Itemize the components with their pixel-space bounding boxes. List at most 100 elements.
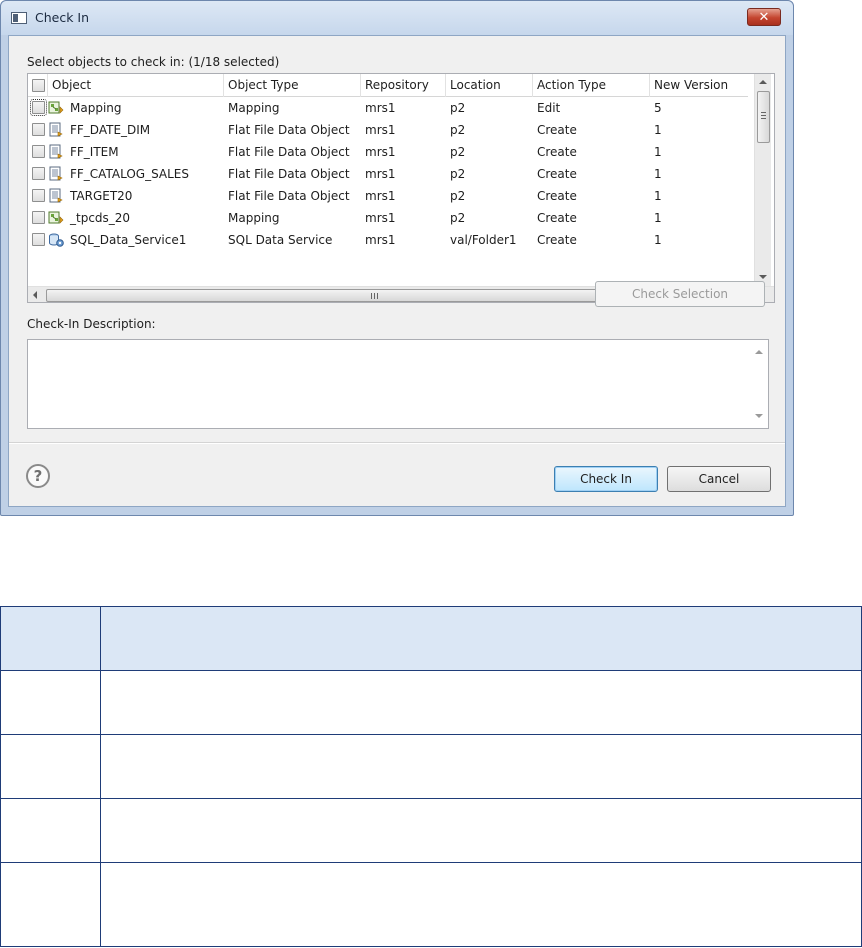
close-button[interactable]: ✕ bbox=[747, 8, 781, 26]
grip-line bbox=[761, 115, 766, 116]
dialog-body: Select objects to check in: (1/18 select… bbox=[8, 35, 786, 507]
table-vertical-scrollbar[interactable] bbox=[754, 74, 771, 286]
info-table-cell bbox=[0, 734, 101, 799]
table-row[interactable]: SQL_Data_Service1 SQL Data Service mrs1 … bbox=[28, 229, 748, 251]
object-name: FF_DATE_DIM bbox=[70, 123, 151, 137]
action-type: Create bbox=[537, 123, 577, 137]
repository: mrs1 bbox=[365, 211, 396, 225]
object-type: Mapping bbox=[228, 101, 280, 115]
row-checkbox[interactable] bbox=[32, 167, 45, 180]
object-type: Mapping bbox=[228, 211, 280, 225]
repository: mrs1 bbox=[365, 233, 396, 247]
repository: mrs1 bbox=[365, 123, 396, 137]
description-scrollbar[interactable] bbox=[750, 340, 768, 428]
info-table-cell bbox=[100, 606, 862, 671]
grip-line bbox=[761, 118, 766, 119]
table-header: Object Object Type Repository Location A… bbox=[28, 74, 748, 97]
new-version: 5 bbox=[654, 101, 662, 115]
window-icon bbox=[11, 12, 27, 24]
info-table-cell bbox=[0, 606, 101, 671]
row-checkbox[interactable] bbox=[30, 99, 47, 116]
table-row[interactable]: TARGET20 Flat File Data Object mrs1 p2 C… bbox=[28, 185, 748, 207]
footer-divider-highlight bbox=[9, 443, 785, 444]
object-name: TARGET20 bbox=[70, 189, 133, 203]
scroll-down-arrow-icon[interactable] bbox=[759, 275, 767, 279]
check-in-description-input[interactable] bbox=[27, 339, 769, 429]
row-checkbox[interactable] bbox=[32, 211, 45, 224]
object-name: SQL_Data_Service1 bbox=[70, 233, 187, 247]
object-type: Flat File Data Object bbox=[228, 145, 350, 159]
object-name: FF_CATALOG_SALES bbox=[70, 167, 190, 181]
info-table-row bbox=[0, 798, 862, 863]
repository: mrs1 bbox=[365, 167, 396, 181]
check-in-dialog: Check In ✕ Select objects to check in: (… bbox=[0, 0, 794, 516]
info-table-row bbox=[0, 734, 862, 799]
object-type: Flat File Data Object bbox=[228, 123, 350, 137]
column-header-repository[interactable]: Repository bbox=[361, 74, 446, 97]
table-row[interactable]: FF_ITEM Flat File Data Object mrs1 p2 Cr… bbox=[28, 141, 748, 163]
objects-table: Object Object Type Repository Location A… bbox=[27, 73, 775, 303]
check-in-description-label: Check-In Description: bbox=[27, 317, 156, 331]
grip-line bbox=[761, 112, 766, 113]
help-icon[interactable]: ? bbox=[26, 464, 50, 488]
info-table-cell bbox=[0, 798, 101, 863]
row-checkbox[interactable] bbox=[32, 189, 45, 202]
info-table-cell bbox=[0, 862, 101, 947]
close-icon: ✕ bbox=[758, 9, 770, 25]
new-version: 1 bbox=[654, 211, 662, 225]
vertical-scroll-thumb[interactable] bbox=[757, 91, 770, 143]
row-checkbox[interactable] bbox=[32, 123, 45, 136]
repository: mrs1 bbox=[365, 189, 396, 203]
header-select-all-cell bbox=[28, 74, 48, 97]
location: p2 bbox=[450, 167, 466, 181]
info-table-cell bbox=[0, 670, 101, 735]
action-type: Edit bbox=[537, 101, 561, 115]
mapping-icon bbox=[48, 101, 64, 114]
table-row[interactable]: _tpcds_20 Mapping mrs1 p2 Create 1 bbox=[28, 207, 748, 229]
title-bar[interactable]: Check In ✕ bbox=[1, 1, 793, 35]
action-type: Create bbox=[537, 211, 577, 225]
new-version: 1 bbox=[654, 189, 662, 203]
cancel-button[interactable]: Cancel bbox=[667, 466, 771, 492]
scroll-left-arrow-icon[interactable] bbox=[33, 291, 37, 299]
info-table-cell bbox=[100, 734, 862, 799]
new-version: 1 bbox=[654, 123, 662, 137]
action-type: Create bbox=[537, 189, 577, 203]
flat-file-icon bbox=[49, 144, 63, 159]
dialog-title: Check In bbox=[35, 10, 90, 25]
object-name: Mapping bbox=[70, 101, 122, 115]
table-row[interactable]: FF_DATE_DIM Flat File Data Object mrs1 p… bbox=[28, 119, 748, 141]
action-type: Create bbox=[537, 233, 577, 247]
action-type: Create bbox=[537, 145, 577, 159]
info-table-row bbox=[0, 670, 862, 735]
column-header-action-type[interactable]: Action Type bbox=[533, 74, 650, 97]
object-type: SQL Data Service bbox=[228, 233, 333, 247]
object-name: _tpcds_20 bbox=[70, 211, 131, 225]
check-in-button[interactable]: Check In bbox=[554, 466, 658, 492]
row-checkbox[interactable] bbox=[32, 145, 45, 158]
scroll-up-arrow-icon[interactable] bbox=[755, 350, 763, 354]
info-table-cell bbox=[100, 862, 862, 947]
location: p2 bbox=[450, 189, 466, 203]
table-row[interactable]: Mapping Mapping mrs1 p2 Edit 5 bbox=[28, 97, 748, 119]
new-version: 1 bbox=[654, 145, 662, 159]
location: p2 bbox=[450, 123, 466, 137]
object-type: Flat File Data Object bbox=[228, 167, 350, 181]
grip-line bbox=[374, 293, 375, 299]
select-objects-label: Select objects to check in: (1/18 select… bbox=[27, 55, 280, 69]
select-all-checkbox[interactable] bbox=[32, 79, 45, 92]
scroll-up-arrow-icon[interactable] bbox=[759, 80, 767, 84]
column-header-object[interactable]: Object bbox=[48, 74, 224, 97]
column-header-object-type[interactable]: Object Type bbox=[224, 74, 361, 97]
repository: mrs1 bbox=[365, 101, 396, 115]
scroll-down-arrow-icon[interactable] bbox=[755, 414, 763, 418]
row-checkbox[interactable] bbox=[32, 233, 45, 246]
info-table-header-row bbox=[0, 606, 862, 671]
grip-line bbox=[377, 293, 378, 299]
check-selection-button[interactable]: Check Selection bbox=[595, 281, 765, 307]
column-header-location[interactable]: Location bbox=[446, 74, 533, 97]
table-row[interactable]: FF_CATALOG_SALES Flat File Data Object m… bbox=[28, 163, 748, 185]
column-header-new-version[interactable]: New Version bbox=[650, 74, 754, 97]
location: p2 bbox=[450, 211, 466, 225]
location: val/Folder1 bbox=[450, 233, 517, 247]
